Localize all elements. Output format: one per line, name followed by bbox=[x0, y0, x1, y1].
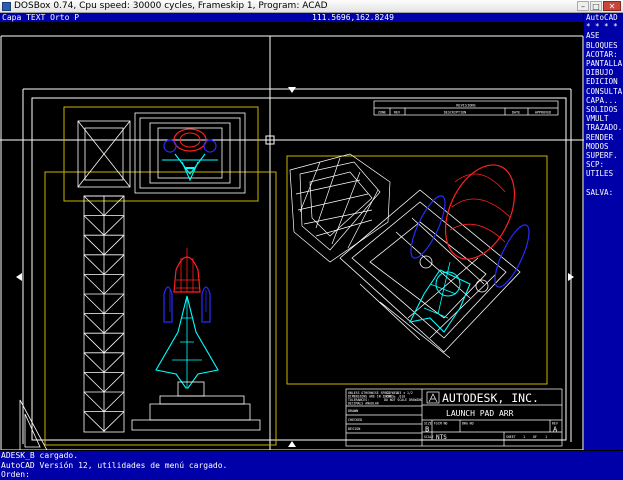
menu-item-trazado[interactable]: TRAZADO.. bbox=[584, 123, 623, 132]
rev-col-date: DATE bbox=[512, 111, 520, 115]
tb-fscm-label: FSCM NO bbox=[434, 422, 448, 426]
menu-stars[interactable]: * * * * bbox=[584, 22, 623, 31]
tb-of-value: 1 bbox=[545, 435, 547, 439]
menu-header[interactable]: AutoCAD bbox=[584, 13, 623, 22]
menu-item-dibujo[interactable]: DIBUJO bbox=[584, 68, 623, 77]
dosbox-app-icon[interactable] bbox=[2, 2, 11, 11]
coordinate-readout: 111.5696,162.8249 bbox=[312, 13, 394, 22]
tb-checked: CHECKED bbox=[348, 418, 362, 422]
rev-col-rev: REV bbox=[394, 111, 400, 115]
revisions-title: REVISIONS bbox=[456, 104, 475, 108]
tb-drawing-title: LAUNCH PAD ARR bbox=[446, 409, 514, 418]
tb-sheet-label: SHEET bbox=[506, 435, 516, 439]
tb-dwg-label: DWG NO bbox=[462, 422, 474, 426]
tb-company: AUTODESK, INC. bbox=[442, 391, 539, 405]
status-line: Capa TEXT Orto P 111.5696,162.8249 bbox=[0, 13, 583, 22]
layer-mode-status[interactable]: Capa TEXT Orto P bbox=[2, 13, 79, 22]
drawing-area[interactable]: REVISIONS ZONE REV DESCRIPTION DATE APPR… bbox=[0, 22, 584, 450]
tb-of-label: OF bbox=[533, 435, 537, 439]
menu-item-consulta[interactable]: CONSULTA bbox=[584, 87, 623, 96]
menu-item-modos[interactable]: MODOS bbox=[584, 142, 623, 151]
menu-item-acotar[interactable]: ACOTAR: bbox=[584, 50, 623, 59]
command-area[interactable]: ADESK_B cargado. AutoCAD Versión 12, uti… bbox=[0, 451, 623, 480]
menu-item-bloques[interactable]: BLOQUES bbox=[584, 41, 623, 50]
tb-design: DESIGN bbox=[348, 427, 360, 431]
menu-spacer bbox=[584, 179, 623, 188]
menu-item-render[interactable]: RENDER bbox=[584, 133, 623, 142]
command-line-1: ADESK_B cargado. bbox=[1, 451, 79, 460]
menu-item-solidos[interactable]: SOLIDOS bbox=[584, 105, 623, 114]
menu-item-vmult[interactable]: VMULT bbox=[584, 114, 623, 123]
menu-item-ase[interactable]: ASE bbox=[584, 31, 623, 40]
tb-drawn: DRAWN bbox=[348, 409, 358, 413]
menu-item-capa[interactable]: CAPA... bbox=[584, 96, 623, 105]
isometric-pad bbox=[339, 189, 521, 359]
window-title: DOSBox 0.74, Cpu speed: 30000 cycles, Fr… bbox=[14, 1, 328, 11]
rev-col-approved: APPROVED bbox=[535, 111, 551, 115]
tb-size-value: B bbox=[425, 426, 429, 434]
elevation-shuttle bbox=[131, 248, 261, 431]
menu-item-utiles[interactable]: UTILES bbox=[584, 169, 623, 178]
menu-item-pantalla[interactable]: PANTALLA bbox=[584, 59, 623, 68]
menu-item-superf[interactable]: SUPERF. bbox=[584, 151, 623, 160]
tb-sheet-value: 1 bbox=[523, 435, 525, 439]
menu-item-salva[interactable]: SALVA: bbox=[584, 188, 623, 197]
plan-view bbox=[77, 112, 246, 194]
isometric-gantry bbox=[289, 153, 391, 263]
command-prompt[interactable]: Orden: bbox=[0, 470, 623, 480]
pan-up-arrow bbox=[288, 87, 296, 93]
tb-note-6: DO NOT SCALE DRAWING bbox=[384, 398, 422, 402]
minimize-button[interactable]: – bbox=[577, 1, 589, 11]
tb-scale-label: SCALE bbox=[424, 435, 434, 439]
title-block: UNLESS OTHERWISE SPECIFIED DIMENSIONS AR… bbox=[345, 388, 563, 447]
side-screen-menu: AutoCAD * * * * ASE BLOQUES ACOTAR: PANT… bbox=[584, 13, 623, 450]
command-line-2: AutoCAD Versión 12, utilidades de menú c… bbox=[1, 460, 228, 470]
revisions-block: REVISIONS ZONE REV DESCRIPTION DATE APPR… bbox=[373, 100, 559, 116]
pan-down-arrow bbox=[288, 441, 296, 447]
window-titlebar: DOSBox 0.74, Cpu speed: 30000 cycles, Fr… bbox=[0, 0, 623, 13]
rev-col-zone: ZONE bbox=[378, 111, 386, 115]
tb-note-3: DECIMALS ANGULAR bbox=[348, 402, 379, 406]
menu-item-scp[interactable]: SCP: bbox=[584, 160, 623, 169]
tb-scale-value: NTS bbox=[436, 434, 447, 441]
triangle-symbol bbox=[19, 399, 48, 450]
maximize-button[interactable]: □ bbox=[590, 1, 602, 11]
close-button[interactable]: ✕ bbox=[603, 1, 621, 11]
acad-screen: Capa TEXT Orto P 111.5696,162.8249 REVIS… bbox=[0, 13, 623, 480]
menu-item-edicion[interactable]: EDICION bbox=[584, 77, 623, 86]
launch-tower bbox=[83, 195, 125, 433]
rev-col-description: DESCRIPTION bbox=[444, 111, 466, 115]
pan-left-arrow bbox=[16, 273, 22, 281]
